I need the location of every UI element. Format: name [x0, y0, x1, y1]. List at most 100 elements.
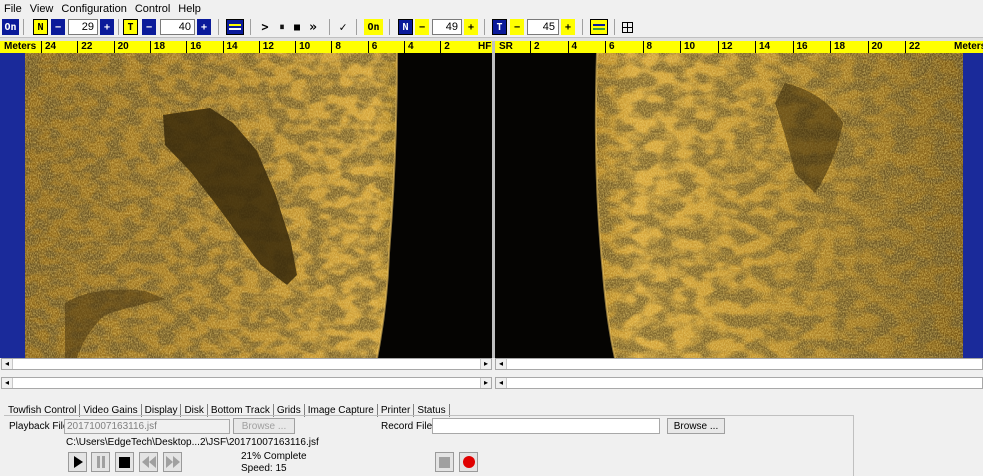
stbd-scale-tick: 4	[567, 41, 577, 53]
stbd-on-button[interactable]: On	[364, 19, 383, 35]
playback-browse-button[interactable]: Browse ...	[233, 418, 295, 434]
record-browse-button[interactable]: Browse ...	[667, 418, 725, 434]
rewind-icon	[141, 456, 156, 468]
play-icon	[73, 456, 83, 468]
sonar-app-window: File View Configuration Control Help On …	[0, 0, 983, 476]
pause-icon	[96, 456, 105, 468]
playback-file-path: C:\Users\EdgeTech\Desktop...2\JSF\201710…	[66, 437, 319, 448]
menu-file[interactable]: File	[4, 3, 22, 15]
fast-forward-icon	[165, 456, 180, 468]
scroll-left-icon[interactable]: ◂	[2, 359, 13, 369]
scroll-left-icon[interactable]: ◂	[496, 378, 507, 388]
record-icon	[462, 456, 475, 468]
toolbar-separator	[23, 19, 24, 35]
media-fast-forward-button[interactable]	[163, 452, 182, 472]
stbd-scale-tick: 14	[755, 41, 770, 53]
port-scale-tick: 18	[149, 41, 165, 53]
scroll-right-icon[interactable]: ▸	[480, 378, 491, 388]
play-button[interactable]: >	[259, 19, 271, 35]
port-scale-tick: 20	[113, 41, 129, 53]
menu-configuration[interactable]: Configuration	[61, 3, 126, 15]
stbd-t-value-field[interactable]: 45	[527, 19, 559, 35]
media-stop-button[interactable]	[115, 452, 134, 472]
stbd-scale-tick: 8	[642, 41, 652, 53]
port-n-plus-button[interactable]: +	[100, 19, 114, 35]
grid-glyph	[621, 21, 633, 33]
toolbar-separator	[218, 19, 219, 35]
progress-text: 21% Complete	[241, 451, 307, 462]
port-scale-tick: 2	[440, 41, 450, 53]
scroll-right-icon[interactable]: ▸	[480, 359, 491, 369]
port-scrollbar-1[interactable]: ◂ ▸	[1, 358, 492, 370]
toolbar-separator	[250, 19, 251, 35]
toolbar-separator	[582, 19, 583, 35]
menu-control[interactable]: Control	[135, 3, 170, 15]
stbd-sonar-svg	[495, 53, 963, 358]
toolbar-separator	[356, 19, 357, 35]
stbd-t-plus-button[interactable]: +	[561, 19, 575, 35]
record-stop-icon	[439, 456, 450, 468]
media-rewind-button[interactable]	[139, 452, 158, 472]
scroll-gap	[0, 370, 983, 377]
port-n-minus-button[interactable]: −	[51, 19, 65, 35]
stop-button[interactable]: ■	[291, 19, 303, 35]
grid-icon[interactable]	[620, 19, 634, 35]
port-sonar-svg	[25, 53, 492, 358]
port-outer-margin	[0, 53, 25, 358]
scroll-left-icon[interactable]: ◂	[2, 378, 13, 388]
port-t-plus-button[interactable]: +	[197, 19, 211, 35]
playback-file-label: Playback File:	[9, 421, 72, 432]
stbd-t-minus-button[interactable]: −	[510, 19, 524, 35]
pause-button[interactable]: ⏸	[276, 19, 288, 35]
scroll-left-icon[interactable]: ◂	[496, 359, 507, 369]
menu-view[interactable]: View	[30, 3, 54, 15]
port-scale-end-label: HF	[478, 41, 492, 52]
record-file-field[interactable]	[432, 418, 660, 434]
port-scale-tick: 8	[331, 41, 341, 53]
port-scale-tick: 6	[367, 41, 377, 53]
port-t-value-field[interactable]: 40	[160, 19, 195, 35]
menu-help[interactable]: Help	[178, 3, 201, 15]
stbd-scrollbar-1[interactable]: ◂	[495, 358, 983, 370]
stbd-scale-tick: 22	[905, 41, 920, 53]
display-mode-glyph	[228, 22, 242, 32]
stbd-n-value-field[interactable]: 49	[432, 19, 462, 35]
stbd-n-plus-button[interactable]: +	[464, 19, 478, 35]
toolbar-separator	[118, 19, 119, 35]
toolbar-separator	[329, 19, 330, 35]
stbd-display-mode-icon[interactable]	[590, 19, 608, 35]
port-on-button[interactable]: On	[2, 19, 19, 35]
speed-text: Speed: 15	[241, 463, 287, 474]
toolbar-separator	[389, 19, 390, 35]
port-scrollbar-2[interactable]: ◂ ▸	[1, 377, 492, 389]
record-file-label: Record File:	[381, 421, 435, 432]
port-scale-tick: 16	[186, 41, 201, 53]
stop-icon	[119, 456, 130, 468]
stbd-scale-title: Meters	[954, 41, 983, 52]
port-scale-title: Meters	[4, 41, 37, 52]
stbd-scale-tick: 20	[867, 41, 883, 53]
port-n-gain-icon: N	[33, 19, 48, 35]
port-t-minus-button[interactable]: −	[142, 19, 156, 35]
port-scale-tick: 4	[404, 41, 414, 53]
record-button[interactable]	[459, 452, 478, 472]
port-n-value-field[interactable]: 29	[68, 19, 98, 35]
fast-forward-button[interactable]: »	[306, 19, 320, 35]
playback-file-field[interactable]: 20171007163116.jsf	[64, 419, 230, 434]
stbd-scrollbar-2[interactable]: ◂	[495, 377, 983, 389]
display-mode-icon[interactable]	[226, 19, 244, 35]
stbd-scale-tick: 16	[792, 41, 808, 53]
media-pause-button[interactable]	[91, 452, 110, 472]
toolbar-separator	[484, 19, 485, 35]
port-scale-tick: 22	[77, 41, 92, 53]
stbd-n-minus-button[interactable]: −	[415, 19, 429, 35]
stbd-scale-tick: 6	[605, 41, 615, 53]
stbd-range-scale: SR 2 4 6 8 10 12 14 16 18 20 22 Meters	[495, 41, 983, 53]
check-button[interactable]: ✓	[337, 19, 349, 35]
stbd-scale-tick: 12	[717, 41, 733, 53]
media-play-button[interactable]	[68, 452, 87, 472]
stbd-scale-start-label: SR	[499, 41, 513, 52]
record-stop-button[interactable]	[435, 452, 454, 472]
port-scale-tick: 14	[222, 41, 238, 53]
port-t-gain-icon: T	[123, 19, 138, 35]
